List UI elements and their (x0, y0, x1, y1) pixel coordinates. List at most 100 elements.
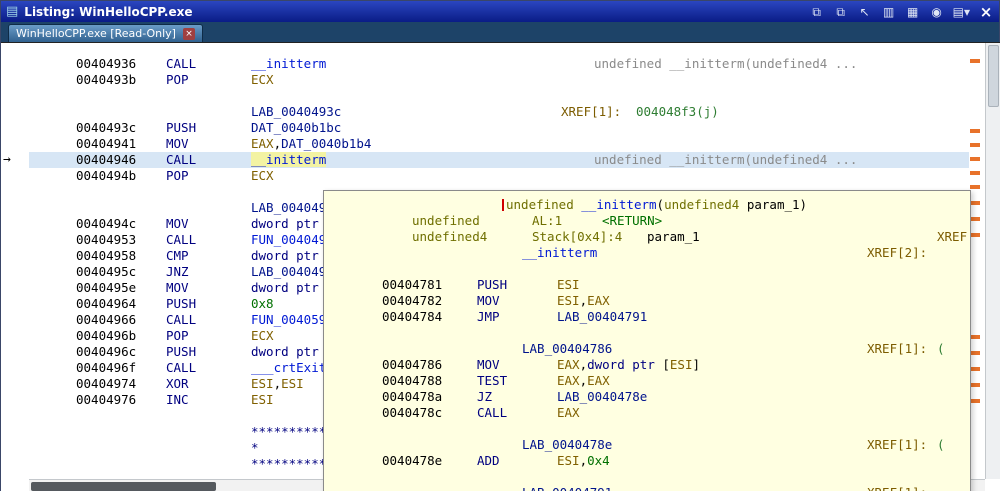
nav-marker[interactable] (970, 351, 980, 355)
cell-mn: PUSH (166, 120, 196, 136)
listing-app-icon: ▤ (6, 5, 18, 19)
close-icon[interactable]: × (978, 4, 994, 20)
cell-t1: undefined (412, 213, 480, 229)
cell-op: __initterm (251, 56, 326, 72)
cell-t3: <RETURN> (602, 213, 662, 229)
cell-addr: 00404946 (76, 152, 136, 168)
popup-row[interactable]: undefined AL:1 <RETURN> (324, 213, 970, 229)
cell-xref: XREF[1]: (867, 485, 927, 491)
popup-row[interactable]: undefined __initterm(undefined4 param_1) (324, 197, 970, 213)
horizontal-scrollbar-thumb[interactable] (31, 482, 216, 491)
popup-row[interactable]: 0040478eADDESI,0x4 (324, 453, 970, 469)
cell-addr: 0040493b (76, 72, 136, 88)
popup-row[interactable]: 0040478aJZLAB_0040478e (324, 389, 970, 405)
cell-lbl: LAB_00404791 (522, 485, 612, 491)
copy-icon[interactable]: ⧉ (809, 4, 825, 20)
cell-mn: PUSH (166, 296, 196, 312)
listing-row[interactable]: 0040493bPOPECX (1, 72, 1000, 88)
nav-marker[interactable] (970, 335, 980, 339)
nav-marker[interactable] (970, 157, 980, 161)
nav-markers (970, 43, 980, 479)
cell-op: dword ptr (251, 248, 319, 264)
cell-mn: PUSH (166, 344, 196, 360)
nav-marker[interactable] (970, 201, 980, 205)
cell-lbl: __initterm (522, 245, 597, 261)
tab-bar: WinHelloCPP.exe [Read-Only] × (1, 22, 999, 42)
listing-row[interactable]: 00404941MOVEAX,DAT_0040b1b4 (1, 136, 1000, 152)
cell-op: DAT_0040b1bc (251, 120, 341, 136)
popup-row[interactable]: LAB_0040478eXREF[1]:( (324, 437, 970, 453)
nav-marker[interactable] (970, 171, 980, 175)
tab-close-icon[interactable]: × (183, 28, 195, 40)
cell-op: __initterm (251, 152, 326, 168)
listing-row[interactable]: 0040494bPOPECX (1, 168, 1000, 184)
popup-row[interactable]: 0040478cCALLEAX (324, 405, 970, 421)
popup-row[interactable]: 00404782MOVESI,EAX (324, 293, 970, 309)
cell-t2: Stack[0x4]:4 (532, 229, 622, 245)
nav-marker[interactable] (970, 143, 980, 147)
popup-row[interactable] (324, 469, 970, 485)
diff-view-icon[interactable]: ▥ (881, 4, 897, 20)
popup-row[interactable] (324, 325, 970, 341)
popup-row[interactable]: 00404786MOVEAX,dword ptr [ESI] (324, 357, 970, 373)
vertical-scrollbar[interactable] (985, 43, 1000, 479)
nav-marker[interactable] (970, 233, 980, 237)
cell-t1: undefined4 (412, 229, 487, 245)
cell-op: ECX (251, 328, 274, 344)
popup-row[interactable]: 00404788TESTEAX,EAX (324, 373, 970, 389)
popup-row[interactable]: 00404784JMPLAB_00404791 (324, 309, 970, 325)
listing-row[interactable]: 00404946CALL__inittermundefined __initte… (1, 152, 1000, 168)
cell-op: ___crtExit (251, 360, 326, 376)
cell-lbl: LAB_00404786 (522, 341, 612, 357)
markup-view-icon[interactable]: ▦ (905, 4, 921, 20)
cell-mn: CALL (477, 405, 507, 421)
popup-row[interactable]: LAB_00404791 XREF[1]: (324, 485, 970, 491)
nav-marker[interactable] (970, 399, 980, 403)
cell-t4: param_1 (647, 229, 700, 245)
cell-t2: AL:1 (532, 213, 562, 229)
cell-cmt: undefined __initterm(undefined4 ... (594, 56, 857, 72)
nav-marker[interactable] (970, 59, 980, 63)
cell-mn: POP (166, 168, 189, 184)
listing-panel: → 00404936CALL__inittermundefined __init… (1, 42, 1000, 491)
cell-op: ECX (251, 168, 274, 184)
tab-winhellocpp[interactable]: WinHelloCPP.exe [Read-Only] × (8, 24, 203, 42)
cursor-select-icon[interactable]: ↖ (857, 4, 873, 20)
cell-xref: XREF[1]: (867, 341, 927, 357)
popup-row[interactable]: LAB_00404786XREF[1]:( (324, 341, 970, 357)
window-menu-icon[interactable]: ▤▾ (953, 4, 970, 20)
vertical-scrollbar-thumb[interactable] (988, 45, 999, 107)
cell-op: ESI (557, 277, 580, 293)
nav-marker[interactable] (970, 367, 980, 371)
cell-sig: undefined __initterm(undefined4 param_1) (502, 197, 807, 213)
listing-row[interactable]: 00404936CALL__inittermundefined __initte… (1, 56, 1000, 72)
titlebar[interactable]: ▤ Listing: WinHelloCPP.exe ⧉⧉↖▥▦◉▤▾× (1, 1, 999, 22)
nav-marker[interactable] (970, 383, 980, 387)
popup-row[interactable]: 00404781PUSHESI (324, 277, 970, 293)
popup-row[interactable] (324, 421, 970, 437)
cell-mn: ADD (477, 453, 500, 469)
duplicate-icon[interactable]: ⧉ (833, 4, 849, 20)
listing-row[interactable] (1, 88, 1000, 104)
nav-marker[interactable] (970, 129, 980, 133)
listing-row[interactable]: 0040493c PUSH DAT_0040b1bc (1, 120, 1000, 136)
cell-op: ESI (251, 392, 274, 408)
popup-row[interactable]: undefined4Stack[0x4]:4param_1XREF (324, 229, 970, 245)
nav-marker[interactable] (970, 185, 980, 189)
listing-row[interactable]: LAB_0040493cXREF[1]:004048f3(j) (1, 104, 1000, 120)
cell-op: dword ptr (251, 344, 319, 360)
snapshot-icon[interactable]: ◉ (929, 4, 945, 20)
cell-addr: 00404788 (382, 373, 442, 389)
cell-mn: CALL (166, 360, 196, 376)
popup-row[interactable]: __inittermXREF[2]: (324, 245, 970, 261)
current-line-arrow: → (3, 152, 11, 168)
cell-mn: CALL (166, 232, 196, 248)
nav-marker[interactable] (970, 217, 980, 221)
cell-addr: 00404974 (76, 376, 136, 392)
popup-row[interactable] (324, 261, 970, 277)
cell-op: FUN_004059 (251, 312, 326, 328)
cell-addr: 0040493c (76, 120, 136, 136)
cell-addr: 0040496f (76, 360, 136, 376)
cell-op: EAX,EAX (557, 373, 610, 389)
cell-mn: POP (166, 328, 189, 344)
